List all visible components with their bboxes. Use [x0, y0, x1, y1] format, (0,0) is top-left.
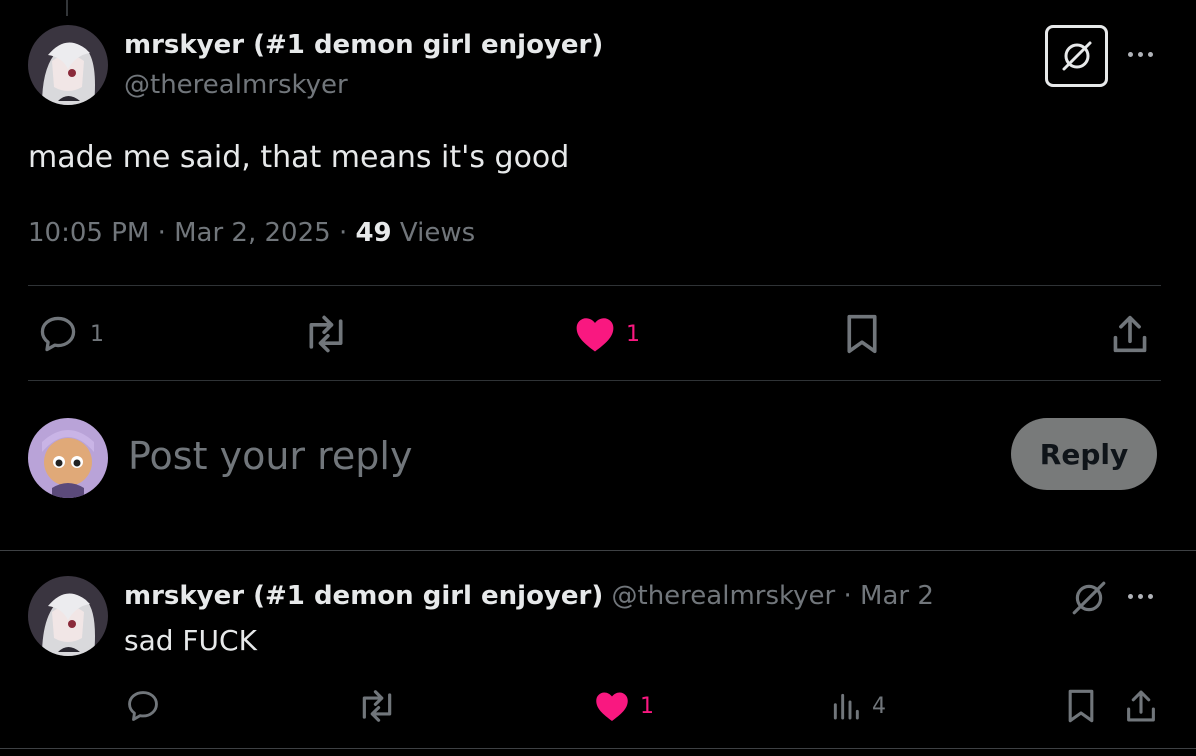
like-action[interactable]: 1: [574, 312, 640, 356]
reply-button[interactable]: Reply: [1011, 418, 1157, 490]
repost-icon: [309, 315, 343, 353]
reply-text: sad FUCK: [124, 624, 257, 657]
meta-separator: ·: [157, 218, 166, 248]
reply-header: mrskyer (#1 demon girl enjoyer) @thereal…: [124, 581, 934, 611]
grok-icon: [1072, 581, 1106, 615]
divider: [28, 285, 1161, 286]
share-icon: [1127, 690, 1155, 722]
avatar-image: [28, 576, 108, 656]
bookmark-icon: [847, 314, 877, 354]
more-icon-dot: [1128, 52, 1133, 57]
grok-button[interactable]: [1045, 25, 1108, 87]
views-label: Views: [399, 218, 476, 248]
author-handle[interactable]: @therealmrskyer: [124, 70, 348, 100]
reply-reply-action[interactable]: [124, 686, 162, 726]
heart-icon: [596, 692, 628, 721]
author-display-name[interactable]: mrskyer (#1 demon girl enjoyer): [124, 30, 603, 60]
thread-connector: [66, 0, 68, 16]
views-count: 49: [355, 218, 392, 248]
reply-author-avatar[interactable]: [28, 576, 108, 656]
grok-button-small[interactable]: [1070, 578, 1108, 618]
reply-like-count: 1: [640, 693, 654, 719]
divider: [0, 550, 1196, 551]
reply-author-handle[interactable]: @therealmrskyer: [612, 581, 836, 611]
reply-repost-action[interactable]: [356, 686, 398, 726]
divider: [28, 380, 1161, 381]
more-icon-dot: [1138, 52, 1143, 57]
grok-icon: [1062, 41, 1091, 71]
views-icon: [833, 693, 859, 720]
reply-input[interactable]: Post your reply: [128, 434, 988, 478]
reply-bookmark-action[interactable]: [1064, 686, 1098, 726]
more-icon-dot: [1128, 594, 1133, 599]
post-date[interactable]: Mar 2, 2025: [174, 218, 331, 248]
post-text: made me said, that means it's good: [28, 140, 570, 175]
share-icon: [1113, 315, 1147, 353]
reply-more-button[interactable]: [1128, 594, 1153, 599]
reply-date[interactable]: Mar 2: [860, 581, 934, 611]
reply-views-count: 4: [872, 693, 886, 719]
reply-author-name[interactable]: mrskyer (#1 demon girl enjoyer): [124, 581, 603, 611]
reply-count: 1: [90, 321, 104, 347]
repost-icon: [362, 690, 392, 722]
more-icon-dot: [1148, 52, 1153, 57]
like-count: 1: [626, 321, 640, 347]
reply-icon: [128, 691, 158, 721]
share-action[interactable]: [1110, 312, 1150, 356]
avatar-image: [28, 25, 108, 105]
meta-separator: ·: [843, 581, 852, 611]
post-time[interactable]: 10:05 PM: [28, 218, 149, 248]
avatar-image: [28, 418, 108, 498]
bookmark-action[interactable]: [842, 312, 882, 356]
meta-separator: ·: [338, 218, 348, 248]
post-meta: 10:05 PM · Mar 2, 2025 · 49 Views: [28, 218, 475, 248]
reply-views-action[interactable]: 4: [830, 686, 886, 726]
bookmark-icon: [1068, 689, 1094, 723]
heart-icon: [576, 318, 614, 352]
more-icon-dot: [1138, 594, 1143, 599]
reply-share-action[interactable]: [1124, 686, 1158, 726]
more-button[interactable]: [1128, 52, 1153, 57]
reply-action[interactable]: 1: [36, 312, 104, 356]
reply-like-action[interactable]: 1: [594, 686, 654, 726]
author-avatar[interactable]: [28, 25, 108, 105]
divider: [0, 748, 1196, 749]
repost-action[interactable]: [302, 312, 350, 356]
reply-icon: [40, 316, 76, 352]
more-icon-dot: [1148, 594, 1153, 599]
my-avatar[interactable]: [28, 418, 108, 498]
